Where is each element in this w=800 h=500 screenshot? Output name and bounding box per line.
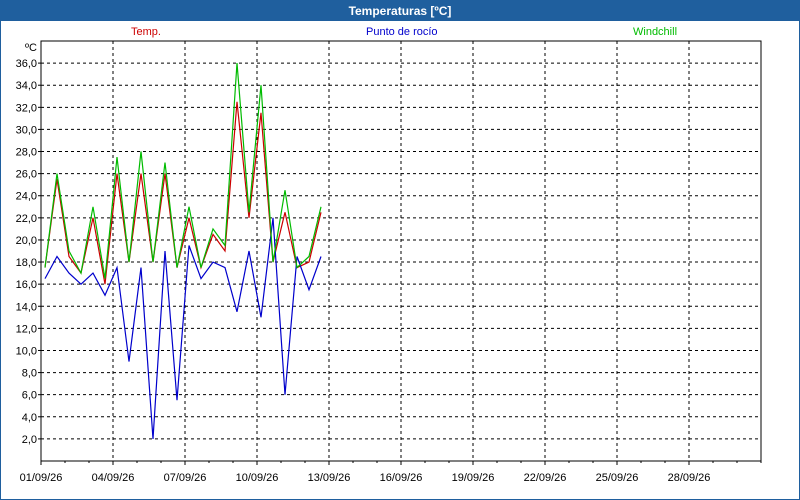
y-tick-label: 6,0 bbox=[22, 390, 37, 402]
y-tick-label: 8,0 bbox=[22, 368, 37, 380]
y-tick-label: 36,0 bbox=[16, 58, 37, 70]
chart-plot: 2,0 4,0 6,0 8,0 10,0 12,0 14,0 16,0 18,0 20,0 22,0… bbox=[16, 40, 762, 484]
y-tick-label: 30,0 bbox=[16, 124, 37, 136]
y-tick-label: 28,0 bbox=[16, 147, 37, 159]
y-tick-label: 2,0 bbox=[22, 434, 37, 446]
x-tick-label: 07/09/26 bbox=[164, 472, 207, 484]
x-tick-label: 22/09/26 bbox=[524, 472, 567, 484]
y-tick-label: 10,0 bbox=[16, 345, 37, 357]
x-tick-label: 16/09/26 bbox=[380, 472, 423, 484]
x-tick-label: 01/09/26 bbox=[20, 472, 63, 484]
chart-window: Temperaturas [ºC] Temp. Punto de rocío W… bbox=[0, 0, 800, 500]
y-tick-label: 4,0 bbox=[22, 412, 37, 424]
y-tick-label: 14,0 bbox=[16, 301, 37, 313]
x-tick-label: 28/09/26 bbox=[668, 472, 711, 484]
y-tick-label: 20,0 bbox=[16, 235, 37, 247]
y-tick-label: 24,0 bbox=[16, 191, 37, 203]
series-line-3 bbox=[44, 63, 322, 279]
x-tick-label: 19/09/26 bbox=[452, 472, 495, 484]
y-tick-label: 34,0 bbox=[16, 80, 37, 92]
y-tick-label: 12,0 bbox=[16, 323, 37, 335]
y-tick-label: 32,0 bbox=[16, 102, 37, 114]
x-tick-label: 13/09/26 bbox=[308, 472, 351, 484]
y-tick-label: 26,0 bbox=[16, 169, 37, 181]
x-tick-label: 25/09/26 bbox=[596, 472, 639, 484]
x-tick-label: 04/09/26 bbox=[92, 472, 135, 484]
y-tick-label: 18,0 bbox=[16, 257, 37, 269]
x-tick-label: 10/09/26 bbox=[236, 472, 279, 484]
y-axis-label: ºC bbox=[25, 42, 37, 54]
y-tick-label: 16,0 bbox=[16, 279, 37, 291]
y-tick-label: 22,0 bbox=[16, 213, 37, 225]
series-line-1 bbox=[44, 101, 322, 285]
